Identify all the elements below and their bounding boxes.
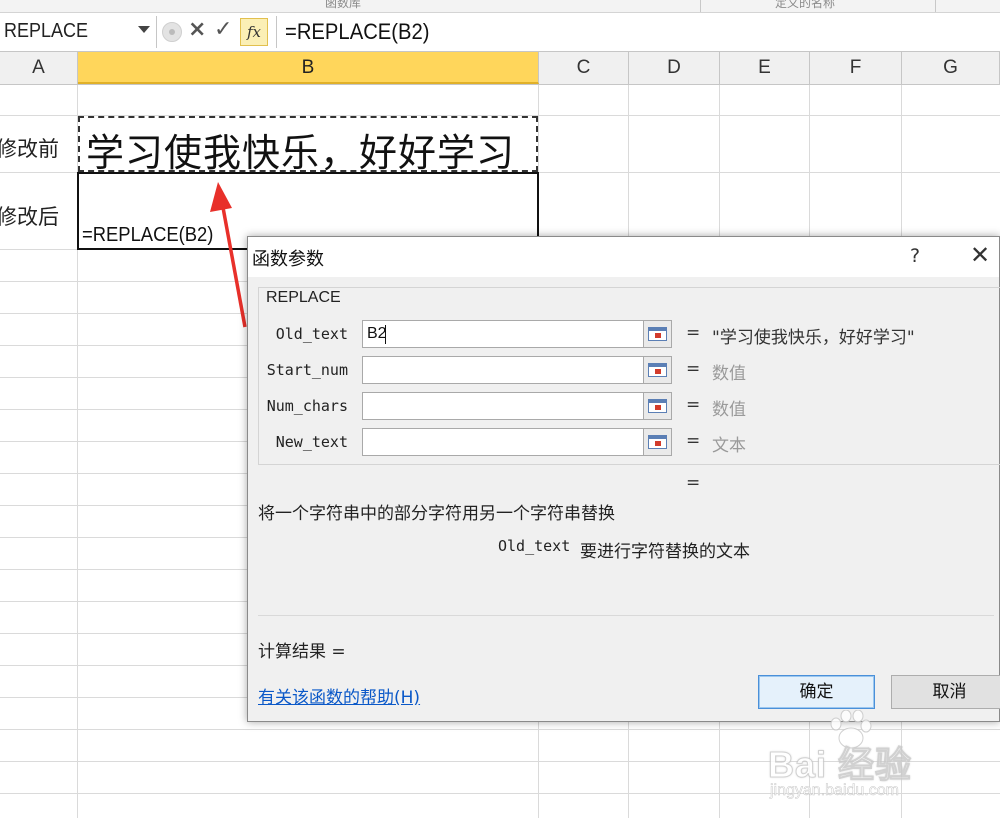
range-select-icon [648,327,667,341]
dialog-titlebar[interactable]: 函数参数 ? ✕ [248,237,999,277]
cell-a2[interactable]: 修改后 [0,201,59,231]
column-header-c[interactable]: C [539,52,629,84]
arg-description-text: 要进行字符替换的文本 [580,542,750,562]
arg-equals: = [686,323,701,343]
grip-icon[interactable] [162,22,182,42]
divider [258,615,994,616]
cancel-formula-icon[interactable]: × [188,17,206,42]
arg-result-start-num: 数值 [712,364,746,384]
close-icon[interactable]: ✕ [970,241,990,269]
function-description: 将一个字符串中的部分字符用另一个字符串替换 [258,504,615,524]
formula-bar: REPLACE × ✓ fx =REPLACE(B2) [0,13,1000,52]
arg-description-name: Old_text [498,537,571,555]
collapse-dialog-icon[interactable] [643,392,672,420]
arg-equals: = [686,431,701,451]
cell-b2-text: =REPLACE(B2) [82,224,214,246]
formula-text: =REPLACE(B2) [285,19,430,44]
arg-result-old-text: "学习使我快乐，好好学习" [712,328,915,348]
ribbon-group-label: 函数库 [325,0,362,10]
ribbon-separator [700,0,701,12]
column-header-d[interactable]: D [629,52,720,84]
name-box[interactable]: REPLACE [0,16,157,48]
function-arguments-dialog: 函数参数 ? ✕ REPLACE Old_text B2 = "学习使我快乐，好… [247,236,1000,722]
arrow-shaft [220,201,247,328]
arg-input-num-chars[interactable] [362,392,644,420]
column-header-a[interactable]: A [0,52,78,84]
arg-equals: = [686,359,701,379]
column-header-g[interactable]: G [902,52,1000,84]
ribbon-strip: 函数库 定义的名称 [0,0,1000,13]
arg-label-new-text: New_text [275,433,348,451]
arg-input-start-num[interactable] [362,356,644,384]
watermark-url: jingyan.baidu.com [770,782,899,800]
cancel-button[interactable]: 取消 [891,675,1000,709]
help-icon[interactable]: ? [910,245,920,267]
column-headers: A B C D E F G [0,52,1000,85]
function-name: REPLACE [266,289,341,306]
cell-a1[interactable]: 修改前 [0,133,59,163]
range-select-icon [648,363,667,377]
function-result-equals: = [686,473,701,493]
ok-button[interactable]: 确定 [758,675,875,709]
chevron-down-icon[interactable] [138,26,150,33]
column-header-b[interactable]: B [78,52,539,84]
arg-result-num-chars: 数值 [712,400,746,420]
calculation-result: 计算结果 = [258,642,346,662]
arg-result-new-text: 文本 [712,436,746,456]
range-select-icon [648,399,667,413]
dialog-title: 函数参数 [252,249,324,270]
arg-label-start-num: Start_num [266,361,348,379]
arrow-head [210,182,232,212]
text-caret [385,325,386,344]
cell-b1[interactable]: 学习使我快乐，好好学习 [78,116,538,175]
arg-input-value: B2 [367,325,387,342]
ribbon-separator [935,0,936,12]
baidu-jingyan-watermark: Bai 经验 jingyan.baidu.com [767,710,968,810]
enter-formula-icon[interactable]: ✓ [214,17,232,42]
formula-input[interactable]: =REPLACE(B2) [276,16,977,48]
column-header-f[interactable]: F [810,52,902,84]
arg-input-new-text[interactable] [362,428,644,456]
ribbon-group-label: 定义的名称 [775,0,836,10]
collapse-dialog-icon[interactable] [643,356,672,384]
arg-input-old-text[interactable]: B2 [362,320,644,348]
column-header-e[interactable]: E [720,52,810,84]
collapse-dialog-icon[interactable] [643,320,672,348]
arg-label-old-text: Old_text [275,325,348,343]
cell-b1-text: 学习使我快乐，好好学习 [86,131,516,175]
range-select-icon [648,435,667,449]
watermark-brand: Bai 经验 [767,744,913,786]
insert-function-icon[interactable]: fx [240,18,268,46]
collapse-dialog-icon[interactable] [643,428,672,456]
formula-buttons: × ✓ fx [158,16,270,48]
function-help-link[interactable]: 有关该函数的帮助(H) [258,683,420,708]
arg-label-num-chars: Num_chars [266,397,348,415]
arg-equals: = [686,395,701,415]
name-box-value: REPLACE [4,20,89,42]
